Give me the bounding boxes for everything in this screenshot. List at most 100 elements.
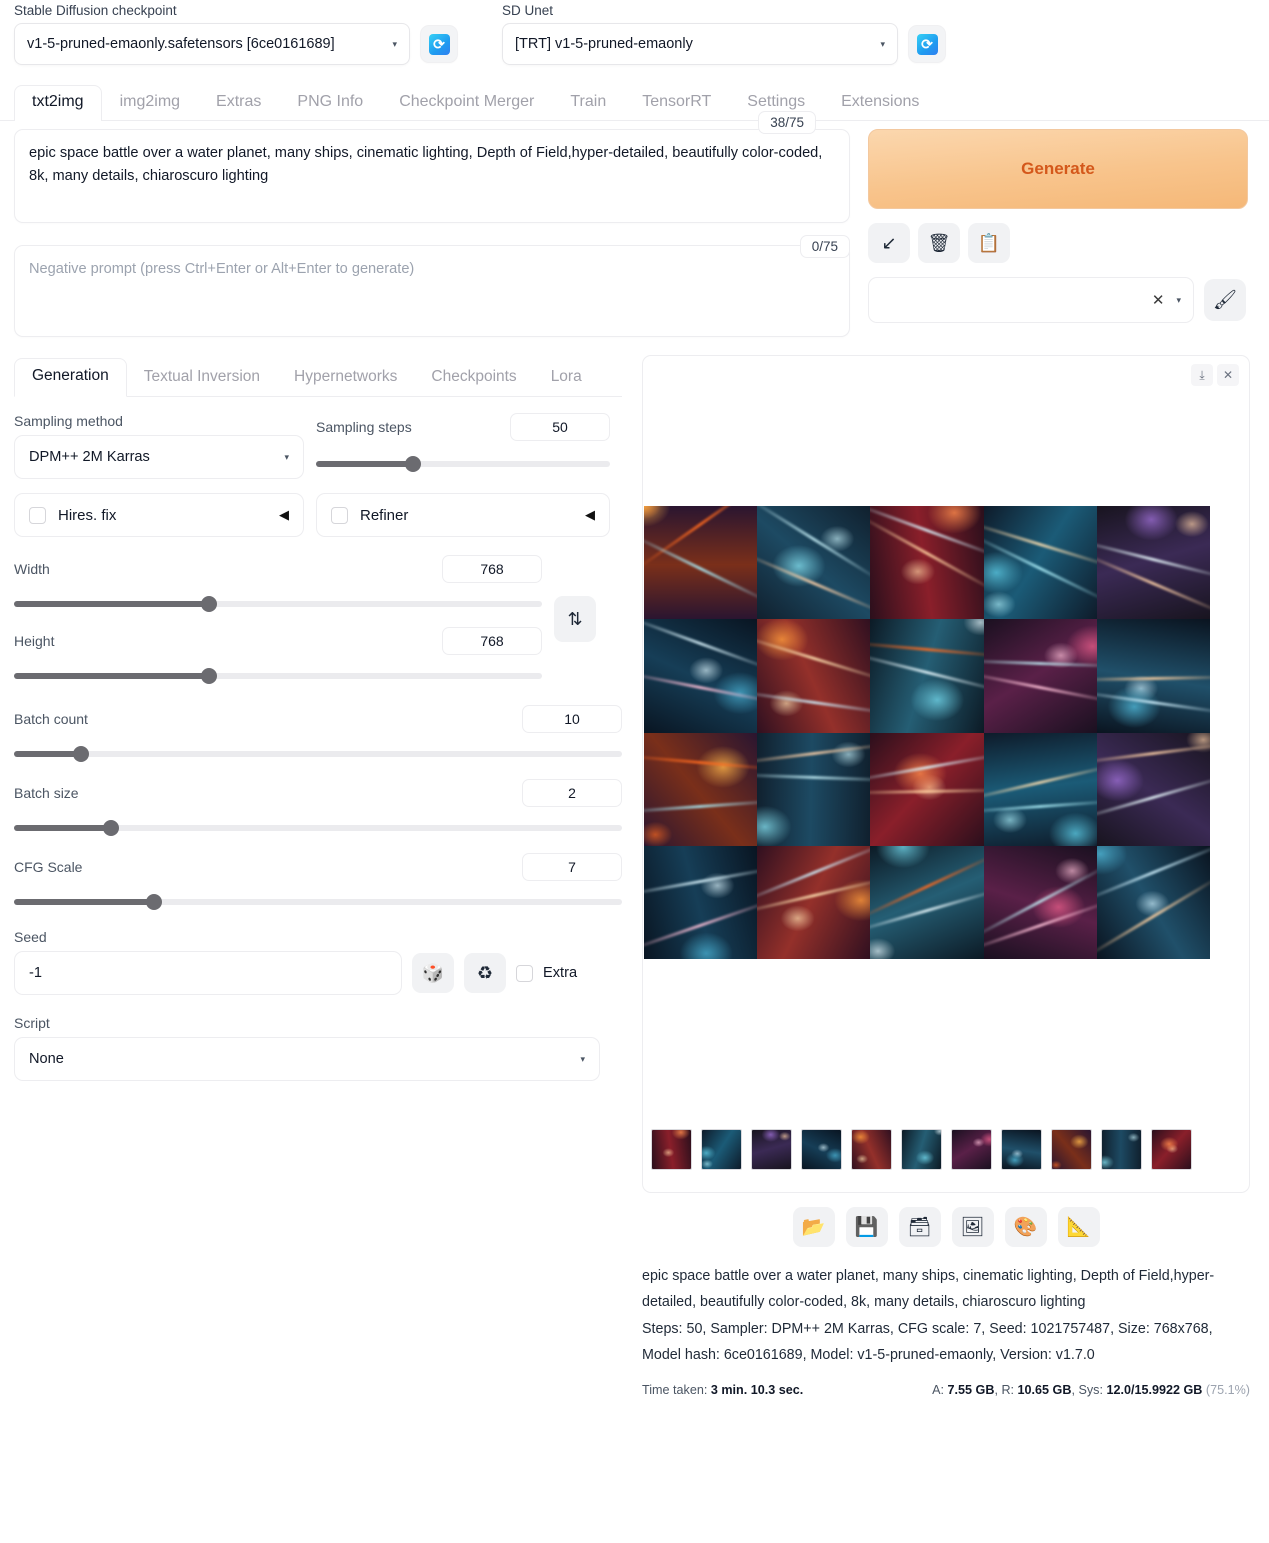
sampling-steps-value[interactable]: 50 (510, 413, 610, 441)
swap-dimensions-button[interactable]: ⇅ (554, 596, 596, 642)
generate-button[interactable]: Generate (868, 129, 1248, 209)
paintbrush-icon: 🖌 (1212, 290, 1238, 311)
tab-txt2img[interactable]: txt2img (14, 85, 102, 121)
tab-png-info[interactable]: PNG Info (279, 85, 381, 121)
close-image-button[interactable]: ✕ (1217, 364, 1239, 386)
batch-count-value[interactable]: 10 (522, 705, 622, 733)
positive-prompt-input[interactable]: epic space battle over a water planet, m… (14, 129, 850, 223)
gallery-thumbnail[interactable] (1051, 1129, 1092, 1170)
image-grid-cell (644, 732, 758, 846)
script-select[interactable]: None ▾ (14, 1037, 600, 1081)
slider-knob[interactable] (103, 820, 120, 836)
slider-track (14, 751, 622, 757)
clear-prompt-button[interactable]: 🗑 (918, 223, 960, 263)
styles-dropdown[interactable]: ✕ ▾ (868, 277, 1194, 323)
cfg-scale-slider[interactable] (14, 894, 622, 910)
script-value: None (29, 1051, 64, 1067)
gallery-thumbnail-strip[interactable] (651, 1129, 1192, 1170)
tab-train[interactable]: Train (552, 85, 624, 121)
image-grid-cell (757, 619, 871, 733)
height-slider[interactable] (14, 668, 542, 684)
height-value[interactable]: 768 (442, 627, 542, 655)
output-tool-row: 📂 💾 🗃 🖼 🎨 📐 (642, 1207, 1250, 1247)
hires-fix-accordion[interactable]: Hires. fix ◀ (14, 493, 304, 537)
send-to-img2img-button[interactable]: 🖼 (951, 1207, 994, 1247)
dimension-sliders: Width 768 Height 768 (14, 555, 542, 684)
random-seed-button[interactable]: 🎲 (412, 953, 454, 993)
gallery-thumbnail[interactable] (701, 1129, 742, 1170)
tab-lora[interactable]: Lora (534, 360, 599, 397)
download-image-button[interactable]: ⤓ (1191, 364, 1213, 386)
reuse-seed-button[interactable]: ♻ (464, 953, 506, 993)
apply-style-button[interactable]: 📋 (968, 223, 1010, 263)
hires-fix-checkbox[interactable] (29, 506, 46, 524)
width-value[interactable]: 768 (442, 555, 542, 583)
tab-extras[interactable]: Extras (198, 85, 279, 121)
save-button[interactable]: 💾 (845, 1207, 888, 1247)
tab-tensorrt[interactable]: TensorRT (624, 85, 729, 121)
tab-checkpoint-merger[interactable]: Checkpoint Merger (381, 85, 552, 121)
collapse-arrow-icon[interactable]: ◀ (279, 507, 289, 523)
seed-value: -1 (29, 965, 42, 981)
image-streak (644, 532, 758, 605)
slider-knob[interactable] (145, 894, 162, 910)
gallery-thumbnail[interactable] (1001, 1129, 1042, 1170)
tab-img2img[interactable]: img2img (102, 85, 198, 121)
sampling-method-select[interactable]: DPM++ 2M Karras ▾ (14, 435, 304, 479)
refresh-unet-button[interactable]: ⟳ (908, 25, 946, 63)
slider-knob[interactable] (72, 746, 89, 762)
gallery-thumbnail[interactable] (751, 1129, 792, 1170)
slider-knob[interactable] (201, 668, 218, 684)
gallery-thumbnail[interactable] (901, 1129, 942, 1170)
gallery-thumbnail[interactable] (951, 1129, 992, 1170)
tab-generation[interactable]: Generation (14, 358, 127, 397)
tab-extensions[interactable]: Extensions (823, 85, 937, 121)
collapse-arrow-icon[interactable]: ◀ (585, 507, 595, 523)
extra-seed-checkbox[interactable] (516, 964, 533, 982)
gallery-thumbnail[interactable] (1151, 1129, 1192, 1170)
refiner-label: Refiner (360, 506, 409, 524)
slider-knob[interactable] (405, 456, 422, 472)
gallery-thumbnail[interactable] (1101, 1129, 1142, 1170)
slider-knob[interactable] (201, 596, 218, 612)
gallery-thumbnail[interactable] (851, 1129, 892, 1170)
batch-count-slider[interactable] (14, 746, 622, 762)
batch-size-value[interactable]: 2 (522, 779, 622, 807)
batch-size-group: Batch size 2 (14, 779, 622, 836)
gallery-thumbnail[interactable] (651, 1129, 692, 1170)
image-streak (870, 788, 984, 795)
negative-prompt-input[interactable]: Negative prompt (press Ctrl+Enter or Alt… (14, 245, 850, 337)
batch-count-header: Batch count 10 (14, 705, 622, 733)
refiner-accordion[interactable]: Refiner ◀ (316, 493, 610, 537)
seed-input[interactable]: -1 (14, 951, 402, 995)
refresh-checkpoint-button[interactable]: ⟳ (420, 25, 458, 63)
send-to-inpaint-button[interactable]: 🎨 (1004, 1207, 1047, 1247)
gallery-thumbnail[interactable] (801, 1129, 842, 1170)
refiner-checkbox[interactable] (331, 506, 348, 524)
restore-progress-button[interactable]: ↙ (868, 223, 910, 263)
chevron-down-icon: ▾ (392, 38, 397, 49)
sampling-steps-slider[interactable] (316, 456, 610, 472)
batch-count-group: Batch count 10 (14, 705, 622, 762)
generated-image-grid[interactable] (644, 506, 1210, 959)
tab-textual-inversion[interactable]: Textual Inversion (127, 360, 277, 397)
chevron-down-icon: ▾ (580, 1053, 585, 1064)
send-to-extras-button[interactable]: 📐 (1057, 1207, 1100, 1247)
close-icon[interactable]: ✕ (1152, 291, 1165, 309)
edit-styles-button[interactable]: 🖌 (1204, 279, 1246, 321)
open-folder-button[interactable]: 📂 (792, 1207, 835, 1247)
tab-hypernetworks[interactable]: Hypernetworks (277, 360, 414, 397)
tab-checkpoints[interactable]: Checkpoints (414, 360, 533, 397)
image-grid-cell (1096, 506, 1210, 620)
checkpoint-dropdown[interactable]: v1-5-pruned-emaonly.safetensors [6ce0161… (14, 23, 410, 65)
image-streak (870, 887, 984, 934)
save-zip-button[interactable]: 🗃 (898, 1207, 941, 1247)
unet-dropdown[interactable]: [TRT] v1-5-pruned-emaonly ▾ (502, 23, 898, 65)
cfg-scale-value[interactable]: 7 (522, 853, 622, 881)
image-grid-cell (870, 845, 984, 959)
image-streak (644, 619, 758, 672)
sampling-row: Sampling method DPM++ 2M Karras ▾ Sampli… (14, 413, 622, 479)
batch-size-slider[interactable] (14, 820, 622, 836)
sampling-method-group: Sampling method DPM++ 2M Karras ▾ (14, 413, 304, 479)
width-slider[interactable] (14, 596, 542, 612)
